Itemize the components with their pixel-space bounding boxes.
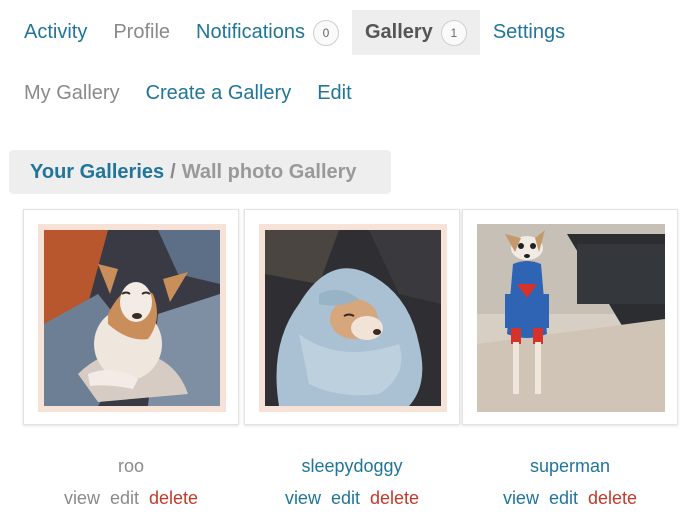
tab-settings-label: Settings	[492, 21, 566, 43]
tab-gallery-label: Gallery	[364, 21, 433, 43]
edit-link-sleepydoggy[interactable]: edit	[331, 488, 360, 508]
gallery-subnav: My Gallery Create a Gallery Edit	[11, 76, 365, 110]
photo-actions-sleepydoggy: view edit delete	[244, 486, 460, 510]
view-link-superman[interactable]: view	[503, 488, 539, 508]
photo-title-sleepydoggy[interactable]: sleepydoggy	[244, 453, 460, 479]
tab-gallery[interactable]: Gallery 1	[351, 10, 480, 55]
breadcrumb: Your Galleries / Wall photo Gallery	[9, 150, 391, 194]
gallery-count-badge: 1	[440, 19, 467, 46]
photo-thumbnail-superman[interactable]	[477, 224, 665, 412]
tab-notifications-label: Notifications	[196, 21, 305, 43]
photo-thumbnail-sleepydoggy[interactable]	[259, 224, 447, 412]
tab-activity[interactable]: Activity	[11, 10, 100, 55]
dog-smiling-on-blanket-image	[38, 224, 226, 412]
tab-profile[interactable]: Profile	[100, 10, 183, 55]
subnav-create-gallery[interactable]: Create a Gallery	[133, 82, 305, 105]
subnav-my-gallery[interactable]: My Gallery	[11, 82, 133, 105]
edit-link-superman[interactable]: edit	[549, 488, 578, 508]
dog-wrapped-in-blanket-image	[259, 224, 447, 412]
tab-notifications[interactable]: Notifications 0	[183, 10, 352, 55]
photo-card-superman	[462, 209, 678, 425]
photo-card-roo	[23, 209, 239, 425]
view-link-sleepydoggy[interactable]: view	[285, 488, 321, 508]
photo-title-superman[interactable]: superman	[462, 453, 678, 479]
notifications-count-badge: 0	[312, 19, 339, 46]
photo-actions-superman: view edit delete	[462, 486, 678, 510]
delete-link-superman[interactable]: delete	[588, 488, 637, 508]
breadcrumb-current-gallery: Wall photo Gallery	[181, 160, 357, 183]
breadcrumb-separator: /	[170, 160, 176, 183]
edit-link-roo[interactable]: edit	[110, 488, 139, 508]
photo-thumbnail-roo[interactable]	[38, 224, 226, 412]
tab-settings[interactable]: Settings	[480, 10, 578, 55]
photo-title-roo: roo	[117, 456, 144, 476]
delete-link-sleepydoggy[interactable]: delete	[370, 488, 419, 508]
tab-activity-label: Activity	[24, 21, 88, 43]
tab-profile-label: Profile	[113, 21, 171, 43]
breadcrumb-your-galleries[interactable]: Your Galleries	[30, 161, 164, 184]
view-link-roo[interactable]: view	[64, 488, 100, 508]
photo-actions-roo: view edit delete	[23, 486, 239, 510]
delete-link-roo[interactable]: delete	[149, 488, 198, 508]
photo-card-sleepydoggy	[244, 209, 460, 425]
dog-in-superman-sweater-image	[477, 224, 665, 412]
primary-tabs: Activity Profile Notifications 0 Gallery…	[11, 10, 578, 55]
subnav-edit[interactable]: Edit	[304, 82, 364, 105]
